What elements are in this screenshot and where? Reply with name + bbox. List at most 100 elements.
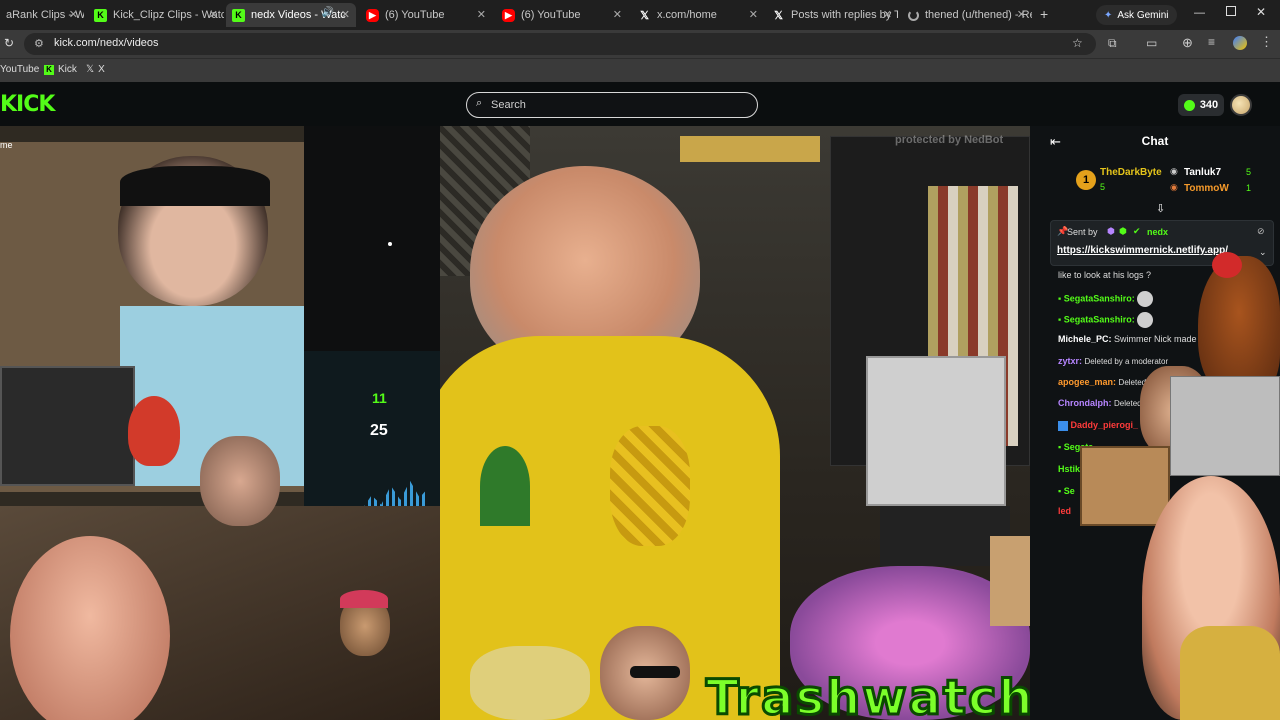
- badge-icon: ⬢: [1119, 226, 1127, 236]
- message-username[interactable]: SegataSanshiro:: [1064, 314, 1135, 324]
- message-username[interactable]: Michele_PC:: [1058, 334, 1112, 344]
- chat-message[interactable]: like to look at his logs ?: [1058, 270, 1151, 280]
- small-face: [200, 436, 280, 526]
- kick-logo[interactable]: KICK: [0, 92, 55, 117]
- close-tab-icon[interactable]: ✕: [613, 8, 622, 21]
- close-tab-icon[interactable]: ✕: [883, 8, 892, 21]
- chat-message[interactable]: led: [1058, 506, 1071, 516]
- bookmark-youtube[interactable]: YouTube: [0, 64, 39, 75]
- speaker-box: [0, 366, 135, 486]
- message-username[interactable]: zytxr:: [1058, 356, 1082, 366]
- chat-message[interactable]: Hstikl: [1058, 464, 1083, 474]
- tab-nedx-videos[interactable]: K nedx Videos - Watc 🔊 ✕: [226, 3, 356, 27]
- tab-x-posts[interactable]: 𝕏 Posts with replies by Tr ✕: [766, 3, 898, 27]
- sub-badge-icon: ▪: [1058, 442, 1062, 452]
- tab-x-home[interactable]: 𝕏 x.com/home ✕: [632, 3, 764, 27]
- message-text: like to look at his logs ?: [1058, 270, 1152, 280]
- media-control-icon[interactable]: ≡: [1208, 35, 1215, 49]
- download-icon[interactable]: ⊕: [1182, 35, 1193, 51]
- chat-message[interactable]: ▪ Se: [1058, 486, 1075, 496]
- sub-badge-icon: ▪: [1058, 293, 1062, 304]
- message-username[interactable]: Daddy_pierogi_: [1071, 420, 1139, 430]
- old-electronics: [1170, 376, 1280, 476]
- close-tab-icon[interactable]: ✕: [477, 8, 486, 21]
- message-username[interactable]: apogee_man:: [1058, 377, 1116, 387]
- ask-gemini-label: Ask Gemini: [1117, 9, 1169, 21]
- bookmark-star-icon[interactable]: ☆: [1072, 36, 1083, 50]
- audio-playing-icon[interactable]: 🔊: [322, 7, 334, 18]
- leader-name[interactable]: TheDarkByte: [1100, 167, 1162, 178]
- browser-toolbar: ↻ ⚙ kick.com/nedx/videos ☆ ⧉ ▭ ⊕ ≡ ⋮: [0, 30, 1280, 58]
- bookmark-x[interactable]: 𝕏 X: [86, 64, 105, 75]
- unpin-icon[interactable]: ⊘: [1257, 226, 1265, 237]
- tab-youtube-1[interactable]: ▶ (6) YouTube ✕: [360, 3, 492, 27]
- close-tab-icon[interactable]: ✕: [69, 8, 78, 21]
- extensions-icon[interactable]: ⧉: [1108, 36, 1117, 51]
- shelf-box: [680, 136, 820, 162]
- bookmark-kick[interactable]: K Kick: [44, 64, 77, 75]
- window-close-icon[interactable]: ✕: [1256, 5, 1266, 19]
- close-tab-icon[interactable]: ✕: [209, 8, 218, 21]
- expand-leaderboard-icon[interactable]: ⇩: [1156, 202, 1165, 215]
- chat-message[interactable]: Chrondalph: Deleted: [1058, 398, 1142, 408]
- trashwatch-banner: Trashwatch: [700, 666, 1030, 720]
- message-username[interactable]: Hstikl: [1058, 464, 1083, 474]
- message-username[interactable]: Se: [1064, 486, 1075, 496]
- chat-message[interactable]: zytxr: Deleted by a moderator: [1058, 356, 1168, 366]
- rooster-right: [1198, 256, 1280, 396]
- points-badge[interactable]: 340: [1178, 94, 1224, 116]
- chevron-down-icon[interactable]: ⌄: [1259, 247, 1267, 258]
- chat-message[interactable]: Daddy_pierogi_: [1058, 420, 1138, 431]
- minimize-icon[interactable]: —: [1194, 7, 1205, 19]
- address-bar[interactable]: ⚙ kick.com/nedx/videos ☆: [24, 33, 1096, 55]
- rank-badge: 1: [1076, 170, 1096, 190]
- tab-kick-clipz[interactable]: K Kick_Clipz Clips - Watc ✕: [88, 3, 224, 27]
- close-tab-icon[interactable]: ✕: [1017, 8, 1026, 21]
- night-sky-panel: [304, 126, 440, 351]
- medal-icon: ◉: [1170, 166, 1178, 176]
- ask-gemini-button[interactable]: ✦ Ask Gemini: [1096, 5, 1177, 25]
- close-tab-icon[interactable]: ✕: [749, 8, 758, 21]
- close-tab-icon[interactable]: ✕: [341, 8, 350, 21]
- tab-youtube-2[interactable]: ▶ (6) YouTube ✕: [496, 3, 628, 27]
- chat-message[interactable]: Michele_PC: Swimmer Nick made: [1058, 334, 1197, 344]
- sunglasses: [630, 666, 680, 678]
- message-username[interactable]: SegataSanshiro:: [1064, 293, 1135, 303]
- site-info-icon[interactable]: ⚙: [34, 37, 44, 50]
- leader-count: 1: [1246, 183, 1252, 193]
- yellow-shirt: [1180, 626, 1280, 720]
- star-dot: [388, 242, 392, 246]
- x-favicon-icon: 𝕏: [640, 9, 649, 22]
- search-input[interactable]: ⌕ Search: [466, 92, 758, 118]
- message-username[interactable]: Chrondalph:: [1058, 398, 1112, 408]
- new-tab-button[interactable]: +: [1040, 6, 1048, 22]
- pinned-sender[interactable]: nedx: [1147, 227, 1168, 237]
- browser-menu-icon[interactable]: ⋮: [1260, 34, 1273, 50]
- pineapple-leaves: [480, 446, 530, 526]
- points-value: 340: [1199, 99, 1219, 111]
- chat-title: Chat: [1141, 134, 1169, 148]
- youtube-favicon-icon: ▶: [502, 8, 515, 22]
- tab-arank-clips[interactable]: aRank Clips - Wa ✕: [0, 3, 84, 27]
- cast-icon[interactable]: ▭: [1146, 36, 1157, 50]
- pineapple-print: [610, 426, 690, 546]
- pinned-link[interactable]: https://kickswimmernick.netlify.app/: [1057, 245, 1228, 256]
- chat-message[interactable]: ▪ SegataSanshiro:: [1058, 312, 1154, 328]
- chat-message[interactable]: ▪ SegataSanshiro:: [1058, 291, 1154, 307]
- bookmarks-bar: YouTube K Kick 𝕏 X: [0, 58, 1280, 82]
- reload-icon[interactable]: ↻: [4, 36, 14, 50]
- profile-avatar-icon[interactable]: [1233, 36, 1247, 50]
- medal-icon: ◉: [1170, 182, 1178, 192]
- video-player[interactable]: protected by NedBot me 11 25 Trashwatch: [0, 126, 1030, 720]
- tab-reddit-thened[interactable]: thened (u/thened) - Re ✕: [902, 3, 1032, 27]
- x-favicon-icon: 𝕏: [86, 64, 95, 75]
- user-avatar[interactable]: [1230, 94, 1252, 116]
- badge-icon: ⬢: [1107, 226, 1115, 236]
- message-text: Deleted: [1114, 399, 1142, 408]
- maximize-icon[interactable]: [1226, 6, 1236, 16]
- leader-name[interactable]: TommoW: [1184, 183, 1229, 194]
- tab-title: (6) YouTube: [521, 9, 581, 21]
- emote-icon: [1137, 312, 1154, 328]
- leader-name[interactable]: Tanluk7: [1184, 167, 1221, 178]
- message-username[interactable]: led: [1058, 506, 1071, 516]
